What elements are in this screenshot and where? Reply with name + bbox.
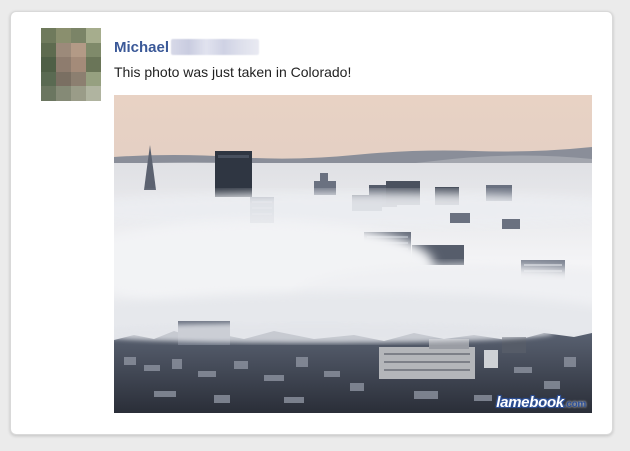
redacted-surname (171, 39, 260, 55)
post-text: This photo was just taken in Colorado! (114, 64, 352, 80)
post-photo[interactable]: lamebook.com (114, 95, 592, 413)
avatar[interactable] (41, 28, 101, 101)
lamebook-watermark: lamebook.com (496, 394, 586, 411)
post-card: Michael This photo was just taken in Col… (10, 11, 613, 435)
author-name-link[interactable]: Michael (114, 39, 169, 56)
foggy-city-skyline-photo (114, 95, 592, 413)
author-row: Michael (114, 37, 260, 57)
